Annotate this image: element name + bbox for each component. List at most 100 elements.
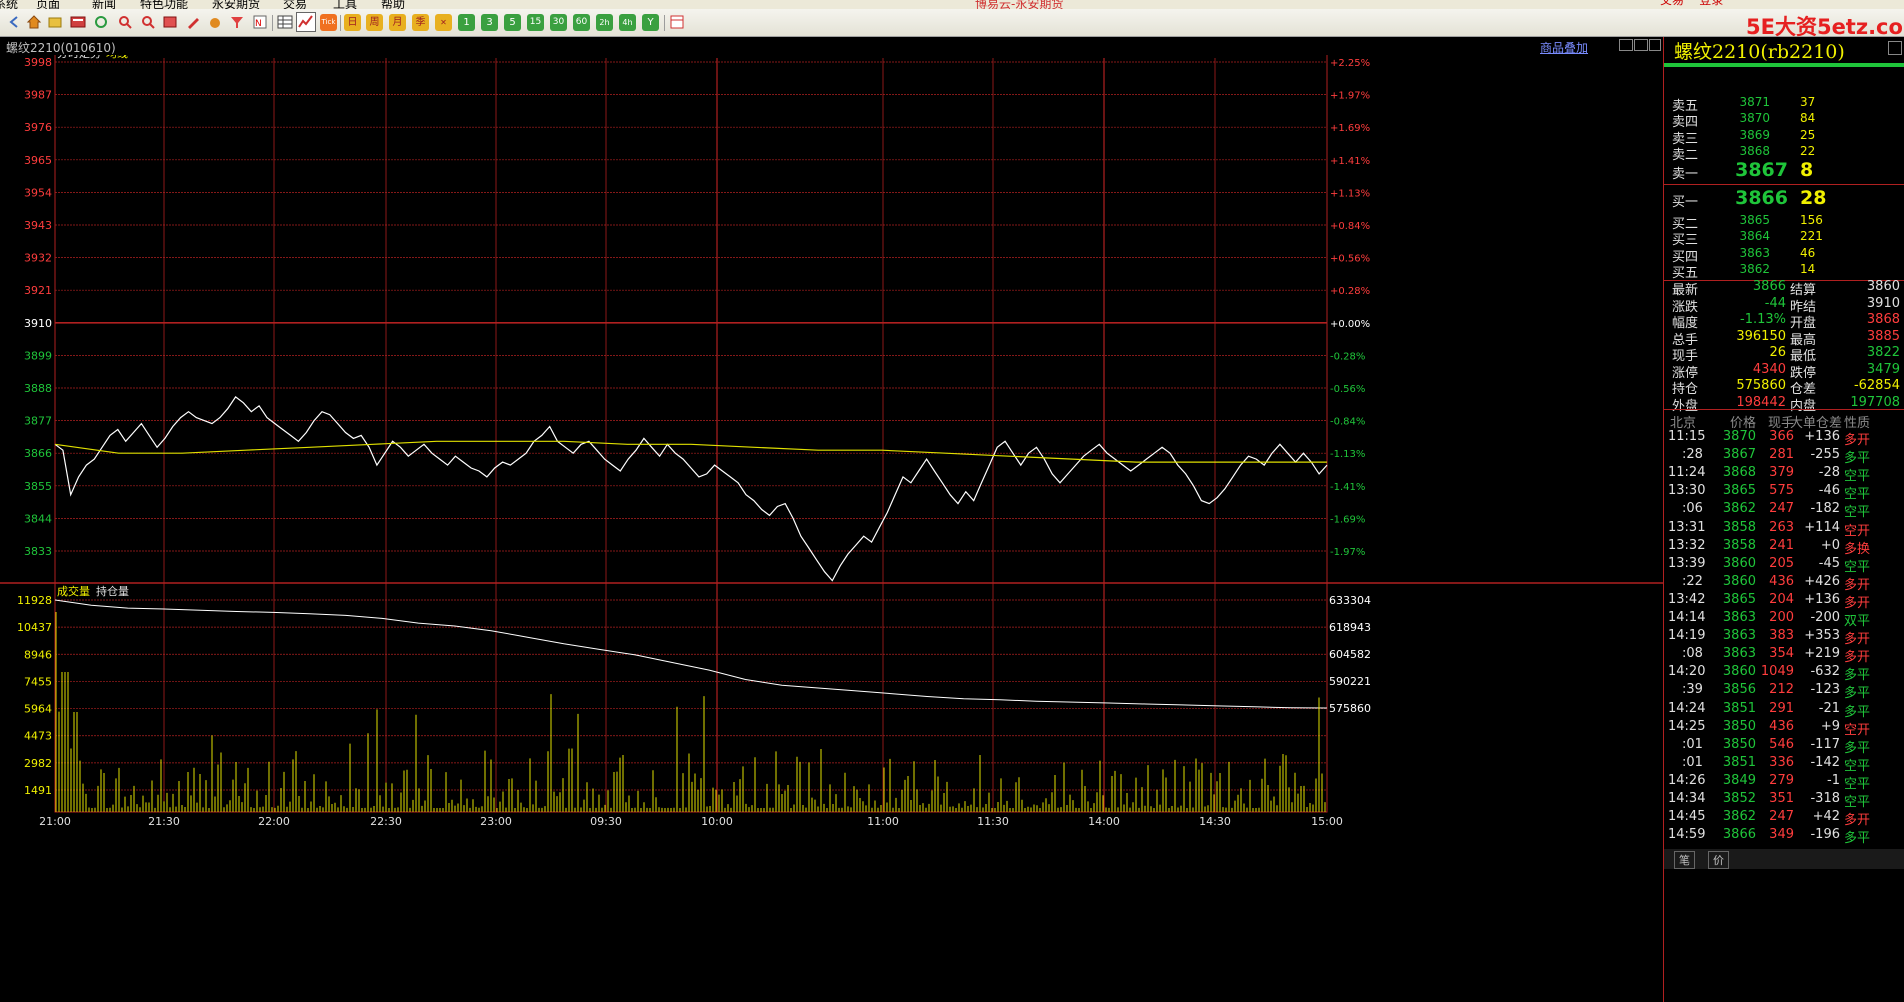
table-icon[interactable] bbox=[277, 14, 293, 30]
tab-average: 均线 bbox=[106, 55, 128, 60]
trade-row[interactable]: 11:15 3870 366 +136 多开 bbox=[1664, 427, 1904, 448]
period-2h-button[interactable]: 2h bbox=[596, 14, 613, 31]
home-icon[interactable] bbox=[26, 14, 42, 30]
period-quarter-button[interactable]: 季 bbox=[412, 14, 429, 31]
ask-row[interactable]: 卖一 3867 8 bbox=[1664, 159, 1904, 182]
bottom-tab-0[interactable]: 笔 bbox=[1674, 851, 1695, 869]
menu-news[interactable]: 新闻 bbox=[92, 0, 116, 9]
window-icon[interactable] bbox=[162, 14, 178, 30]
refresh-icon[interactable] bbox=[93, 14, 109, 30]
trade-volume: 354 bbox=[1769, 646, 1794, 662]
trade-volume: 379 bbox=[1769, 465, 1794, 481]
period-60m-button[interactable]: 60 bbox=[573, 14, 590, 31]
menu-system[interactable]: 系统 bbox=[0, 0, 18, 9]
folder-icon[interactable] bbox=[47, 14, 63, 30]
trade-time: 14:14 bbox=[1668, 610, 1706, 625]
trade-oi-change: +0 bbox=[1820, 537, 1840, 553]
stat-value: 575860 bbox=[1736, 378, 1786, 393]
period-15m-button[interactable]: 15 bbox=[527, 14, 544, 31]
period-3m-button[interactable]: 3 bbox=[481, 14, 498, 31]
tick-button[interactable]: Tick bbox=[320, 14, 337, 31]
trade-row[interactable]: 13:32 3858 241 +0 多换 bbox=[1664, 536, 1904, 557]
menu-bar: 系统 页面 新闻 特色功能 永安期货 交易 工具 帮助 博易云-永安期货 交易 … bbox=[0, 0, 1904, 9]
trade-row[interactable]: 14:24 3851 291 -21 多平 bbox=[1664, 699, 1904, 720]
trade-row[interactable]: 13:39 3860 205 -45 空平 bbox=[1664, 554, 1904, 575]
menu-tools[interactable]: 工具 bbox=[333, 0, 357, 9]
filter-icon[interactable] bbox=[229, 14, 245, 30]
trade-volume: 383 bbox=[1769, 628, 1794, 644]
menu-help[interactable]: 帮助 bbox=[381, 0, 405, 9]
menu-trade[interactable]: 交易 bbox=[283, 0, 307, 9]
trade-row[interactable]: :06 3862 247 -182 空平 bbox=[1664, 499, 1904, 520]
news-icon[interactable] bbox=[70, 14, 86, 30]
period-30m-button[interactable]: 30 bbox=[550, 14, 567, 31]
trade-row[interactable]: 14:20 3860 1049 -632 多平 bbox=[1664, 662, 1904, 683]
bottom-tab-1[interactable]: 价 bbox=[1708, 851, 1729, 869]
trade-price: 3850 bbox=[1722, 736, 1756, 752]
overlay-link[interactable]: 商品叠加 bbox=[1540, 39, 1588, 56]
restore-icon[interactable] bbox=[1634, 39, 1648, 51]
trade-volume: 247 bbox=[1769, 501, 1794, 517]
layout-icon[interactable] bbox=[1619, 39, 1633, 51]
trade-row[interactable]: 14:34 3852 351 -318 空平 bbox=[1664, 789, 1904, 810]
back-icon[interactable] bbox=[6, 14, 22, 30]
trade-row[interactable]: 14:19 3863 383 +353 多开 bbox=[1664, 626, 1904, 647]
stat-value: 26 bbox=[1769, 345, 1786, 360]
trade-row[interactable]: 13:31 3858 263 +114 空开 bbox=[1664, 518, 1904, 539]
trade-row[interactable]: 13:30 3865 575 -46 空平 bbox=[1664, 481, 1904, 502]
close-panel-icon[interactable] bbox=[1649, 39, 1661, 51]
bid-row[interactable]: 买一 3866 28 bbox=[1664, 187, 1904, 210]
trade-time: 13:39 bbox=[1668, 555, 1706, 571]
period-custom-button[interactable]: ✕ bbox=[435, 14, 452, 31]
trade-row[interactable]: :01 3851 336 -142 空平 bbox=[1664, 753, 1904, 774]
quote-title-bar: 螺纹2210(rb2210) bbox=[1664, 37, 1904, 63]
trade-row[interactable]: :39 3856 212 -123 多平 bbox=[1664, 680, 1904, 701]
intraday-chart-icon[interactable] bbox=[296, 12, 316, 32]
trade-row[interactable]: :22 3860 436 +426 多开 bbox=[1664, 572, 1904, 593]
ask-volume: 8 bbox=[1800, 159, 1814, 181]
trade-row[interactable]: 14:45 3862 247 +42 多开 bbox=[1664, 807, 1904, 828]
trade-row[interactable]: 14:26 3849 279 -1 空平 bbox=[1664, 771, 1904, 792]
period-week-button[interactable]: 周 bbox=[366, 14, 383, 31]
trade-time: :01 bbox=[1682, 736, 1703, 752]
draw-icon[interactable] bbox=[185, 14, 201, 30]
time-axis-label: 11:00 bbox=[867, 815, 899, 828]
period-5m-button[interactable]: 5 bbox=[504, 14, 521, 31]
trade-row[interactable]: 14:25 3850 436 +9 空开 bbox=[1664, 717, 1904, 738]
trade-oi-change: -1 bbox=[1827, 772, 1840, 788]
bid-volume: 46 bbox=[1800, 246, 1816, 260]
zoom-in-icon[interactable] bbox=[117, 14, 133, 30]
trade-row[interactable]: 14:14 3863 200 -200 双平 bbox=[1664, 608, 1904, 629]
zoom-out-icon[interactable] bbox=[140, 14, 156, 30]
stat-value: -1.13% bbox=[1740, 312, 1786, 327]
trade-price: 3870 bbox=[1722, 429, 1756, 444]
trade-price: 3865 bbox=[1722, 483, 1756, 499]
menu-yongan[interactable]: 永安期货 bbox=[212, 0, 260, 9]
trade-button[interactable]: 交易 登录 bbox=[1660, 0, 1723, 9]
period-day-button[interactable]: 日 bbox=[344, 14, 361, 31]
time-axis-label: 21:30 bbox=[148, 815, 180, 828]
trade-price: 3860 bbox=[1722, 664, 1756, 680]
menu-page[interactable]: 页面 bbox=[36, 0, 60, 9]
bottom-tab-bar: 笔价 bbox=[1664, 849, 1904, 869]
trade-time: 11:15 bbox=[1668, 429, 1706, 444]
period-1m-button[interactable]: 1 bbox=[458, 14, 475, 31]
period-4h-button[interactable]: 4h bbox=[619, 14, 636, 31]
trade-row[interactable]: :28 3867 281 -255 多平 bbox=[1664, 445, 1904, 466]
trade-row[interactable]: 14:59 3866 349 -196 多平 bbox=[1664, 825, 1904, 846]
trade-row[interactable]: 11:24 3868 379 -28 空平 bbox=[1664, 463, 1904, 484]
trade-row[interactable]: :08 3863 354 +219 多开 bbox=[1664, 644, 1904, 665]
time-axis-label: 21:00 bbox=[39, 815, 71, 828]
trade-volume: 575 bbox=[1769, 483, 1794, 499]
trade-row[interactable]: 13:42 3865 204 +136 多开 bbox=[1664, 590, 1904, 611]
new-icon[interactable]: N bbox=[252, 14, 268, 30]
period-month-button[interactable]: 月 bbox=[389, 14, 406, 31]
menu-features[interactable]: 特色功能 bbox=[140, 0, 188, 9]
trade-price: 3851 bbox=[1722, 700, 1756, 716]
alert-icon[interactable] bbox=[207, 14, 223, 30]
period-year-button[interactable]: Y bbox=[642, 14, 659, 31]
panel-toggle-icon[interactable] bbox=[1888, 41, 1902, 55]
calendar-icon[interactable] bbox=[669, 14, 685, 30]
trade-row[interactable]: :01 3850 546 -117 多平 bbox=[1664, 735, 1904, 756]
login-button[interactable]: 登录 bbox=[1699, 0, 1723, 7]
